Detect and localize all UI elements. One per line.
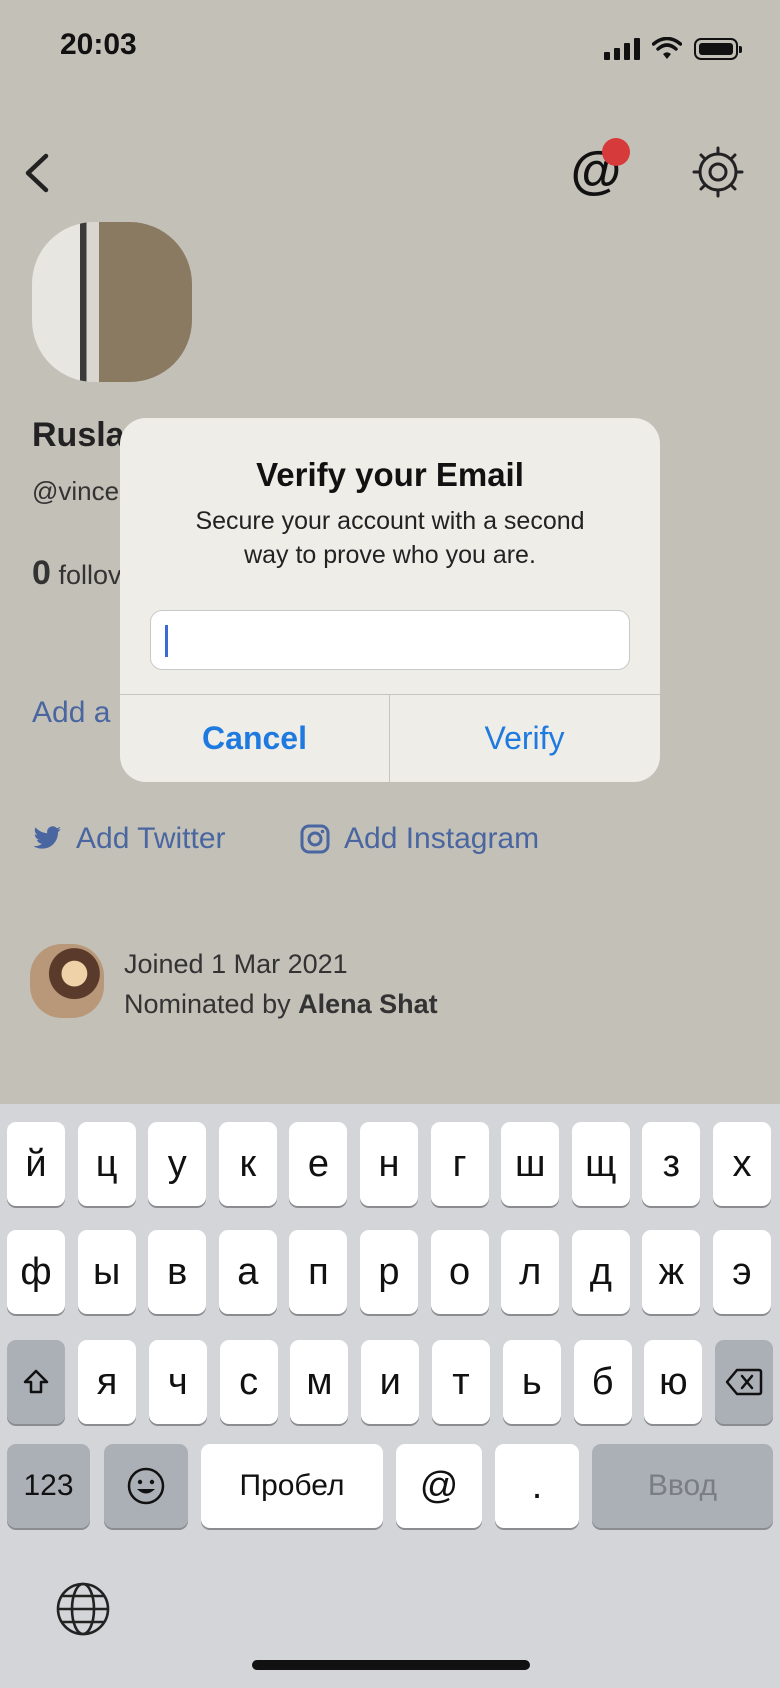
key-б[interactable]: б: [573, 1340, 632, 1424]
dialog-message-line2: way to prove who you are.: [244, 541, 536, 569]
joined-date: Joined 1 Mar 2021: [124, 949, 348, 979]
globe-icon[interactable]: [54, 1580, 112, 1638]
numbers-key[interactable]: 123: [7, 1444, 90, 1528]
status-time: 20:03: [60, 28, 137, 61]
key-и[interactable]: и: [361, 1340, 420, 1424]
verify-button[interactable]: Verify: [390, 695, 659, 782]
notification-badge: [602, 138, 630, 166]
email-code-input[interactable]: [150, 610, 630, 670]
key-й[interactable]: й: [7, 1122, 65, 1206]
key-э[interactable]: э: [713, 1230, 771, 1314]
followers-count[interactable]: 0 follov: [32, 554, 121, 593]
key-е[interactable]: е: [289, 1122, 348, 1206]
keyboard: йцукенгшщзх фывапролджэ ячсмитьбю 123 Пр…: [0, 1104, 780, 1688]
enter-key[interactable]: Ввод: [592, 1444, 773, 1528]
key-ь[interactable]: ь: [502, 1340, 561, 1424]
nominated-prefix: Nominated by: [124, 989, 291, 1019]
key-ч[interactable]: ч: [148, 1340, 207, 1424]
key-щ[interactable]: щ: [571, 1122, 630, 1206]
key-н[interactable]: н: [360, 1122, 418, 1206]
key-у[interactable]: у: [148, 1122, 207, 1206]
key-с[interactable]: с: [219, 1340, 278, 1424]
key-ю[interactable]: ю: [644, 1340, 703, 1424]
dialog-message-line1: Secure your account with a second: [195, 507, 585, 535]
key-а[interactable]: а: [218, 1230, 277, 1314]
space-key[interactable]: Пробел: [201, 1444, 383, 1528]
add-instagram-link[interactable]: Add Instagram: [300, 822, 539, 856]
key-ф[interactable]: ф: [7, 1230, 65, 1314]
key-м[interactable]: м: [290, 1340, 349, 1424]
profile-avatar[interactable]: [32, 222, 192, 382]
at-key[interactable]: @: [396, 1444, 482, 1528]
joined-info: Joined 1 Mar 2021 Nominated by Alena Sha…: [124, 944, 438, 1024]
verify-email-dialog: Verify your Email Secure your account wi…: [120, 418, 660, 782]
status-icons: [604, 36, 742, 62]
signal-icon: [604, 38, 640, 60]
followers-number: 0: [32, 554, 51, 592]
text-caret: [165, 625, 168, 657]
shift-arrow-icon: [23, 1369, 49, 1394]
followers-label: follov: [58, 560, 122, 590]
add-instagram-label: Add Instagram: [344, 822, 540, 855]
key-д[interactable]: д: [571, 1230, 630, 1314]
key-п[interactable]: п: [289, 1230, 348, 1314]
gear-icon[interactable]: [690, 144, 746, 200]
add-bio-link[interactable]: Add a: [32, 696, 110, 730]
add-twitter-label: Add Twitter: [76, 822, 226, 855]
key-в[interactable]: в: [148, 1230, 207, 1314]
key-к[interactable]: к: [218, 1122, 277, 1206]
key-ц[interactable]: ц: [77, 1122, 136, 1206]
key-о[interactable]: о: [430, 1230, 489, 1314]
key-р[interactable]: р: [360, 1230, 418, 1314]
key-ы[interactable]: ы: [77, 1230, 136, 1314]
cancel-button[interactable]: Cancel: [120, 695, 389, 782]
key-т[interactable]: т: [432, 1340, 490, 1424]
instagram-icon: [300, 824, 330, 854]
key-з[interactable]: з: [642, 1122, 701, 1206]
add-twitter-link[interactable]: Add Twitter: [32, 822, 226, 856]
shift-key[interactable]: [7, 1340, 65, 1424]
back-chevron-icon[interactable]: [14, 148, 64, 198]
profile-handle: @vince: [32, 476, 120, 506]
profile-name: Rusla: [32, 416, 125, 454]
emoji-key[interactable]: [104, 1444, 188, 1528]
nominated-line: Nominated by Alena Shat: [124, 984, 438, 1024]
key-х[interactable]: х: [713, 1122, 771, 1206]
twitter-icon: [33, 826, 61, 849]
dialog-title: Verify your Email: [256, 456, 524, 493]
nominator-name[interactable]: Alena Shat: [298, 989, 438, 1019]
battery-icon: [694, 38, 742, 60]
key-ж[interactable]: ж: [642, 1230, 701, 1314]
wifi-icon: [652, 37, 682, 59]
key-я[interactable]: я: [78, 1340, 136, 1424]
dot-key[interactable]: .: [495, 1444, 579, 1528]
nominator-avatar[interactable]: [30, 944, 104, 1018]
home-indicator: [252, 1660, 530, 1670]
dialog-message: Secure your account with a second way to…: [160, 504, 620, 572]
key-ш[interactable]: ш: [501, 1122, 560, 1206]
backspace-icon: [725, 1368, 763, 1396]
backspace-key[interactable]: [715, 1340, 773, 1424]
emoji-icon: [127, 1467, 165, 1505]
key-л[interactable]: л: [501, 1230, 560, 1314]
key-г[interactable]: г: [430, 1122, 489, 1206]
